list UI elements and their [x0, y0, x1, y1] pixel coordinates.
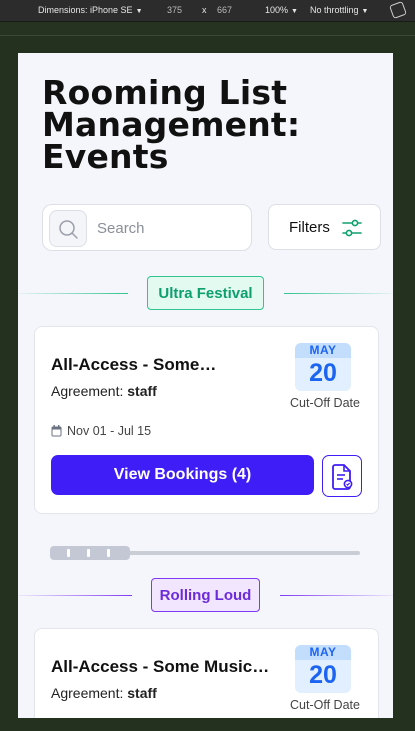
agreement-value: staff [127, 685, 157, 701]
document-icon [332, 464, 353, 490]
sliders-icon [342, 219, 362, 237]
agreement-label: Agreement: [51, 383, 124, 399]
cutoff-date-badge: MAY 20 [295, 343, 351, 391]
scrollbar-thumb[interactable] [50, 546, 130, 560]
throttling-label: No throttling [310, 5, 359, 15]
agreement-label: Agreement: [51, 685, 124, 701]
document-button[interactable] [322, 455, 362, 497]
height-field[interactable]: 667 [217, 5, 232, 15]
zoom-select[interactable]: 100% ▼ [265, 5, 298, 15]
times-sign: x [202, 5, 207, 15]
cutoff-label: Cut-Off Date [290, 698, 360, 712]
search-box[interactable] [42, 204, 252, 251]
cutoff-day: 20 [309, 359, 337, 387]
date-range: Nov 01 - Jul 15 [51, 424, 151, 438]
date-range-text: Nov 01 - Jul 15 [67, 424, 152, 438]
zoom-label: 100% [265, 5, 289, 15]
divider-left [18, 293, 128, 294]
throttling-select[interactable]: No throttling ▼ [310, 5, 368, 15]
rotate-icon[interactable] [389, 1, 407, 19]
cutoff-month: MAY [295, 645, 351, 660]
device-label: Dimensions: iPhone SE [38, 5, 133, 15]
horizontal-scrollbar[interactable] [50, 546, 360, 560]
cutoff-month: MAY [295, 343, 351, 358]
cutoff-date-badge: MAY 20 [295, 645, 351, 693]
devtools-toolbar: Dimensions: iPhone SE ▼ 375 x 667 100% ▼ N… [0, 0, 415, 22]
divider-right [284, 293, 393, 294]
device-viewport: Rooming List Management: Events Filters … [18, 53, 393, 718]
cutoff-label: Cut-Off Date [290, 396, 360, 410]
filters-label: Filters [289, 219, 330, 236]
rooming-list-card: All-Access - Some Music… Agreement: staf… [34, 628, 379, 718]
divider-right [280, 595, 393, 596]
card-title: All-Access - Some Music… [51, 657, 270, 676]
chevron-down-icon: ▼ [135, 8, 143, 15]
chevron-down-icon: ▼ [361, 8, 369, 15]
agreement-line: Agreement: staff [51, 383, 157, 399]
page-title: Rooming List Management: Events [42, 73, 301, 176]
calendar-icon [51, 425, 62, 437]
cutoff-day: 20 [309, 661, 337, 689]
device-select[interactable]: Dimensions: iPhone SE ▼ [38, 5, 143, 15]
chevron-down-icon: ▼ [291, 8, 298, 15]
card-title: All-Access - Some… [51, 355, 217, 374]
rooming-list-card: All-Access - Some… Agreement: staff MAY … [34, 326, 379, 514]
search-icon[interactable] [49, 210, 87, 247]
width-field[interactable]: 375 [167, 5, 182, 15]
event-tag-ultra-festival: Ultra Festival [147, 276, 264, 310]
event-tag-rolling-loud: Rolling Loud [151, 578, 260, 612]
filters-button[interactable]: Filters [268, 204, 381, 250]
view-bookings-button[interactable]: View Bookings (4) [51, 455, 314, 495]
divider-left [18, 595, 132, 596]
search-input[interactable] [97, 218, 237, 238]
device-ruler [0, 22, 415, 36]
agreement-line: Agreement: staff [51, 685, 157, 701]
agreement-value: staff [127, 383, 157, 399]
